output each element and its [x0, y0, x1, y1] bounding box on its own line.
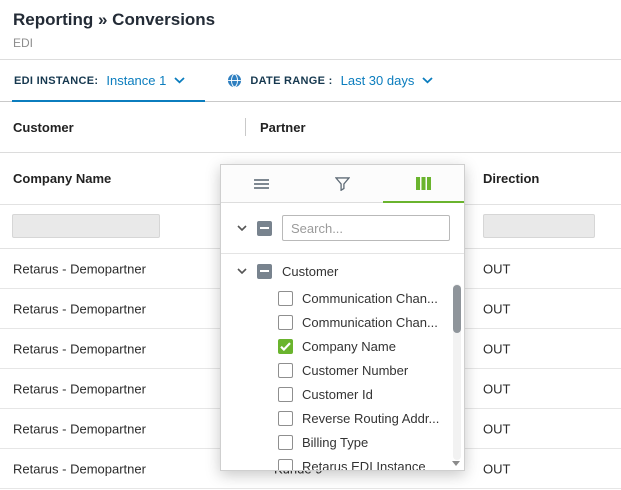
- group-header-customer: Customer: [0, 120, 245, 135]
- toolbar: EDI INSTANCE: Instance 1 DATE RANGE : La…: [0, 60, 621, 102]
- customer-group-checkbox[interactable]: [257, 264, 272, 279]
- column-option[interactable]: Customer Id: [221, 382, 464, 406]
- collapse-chevron-icon[interactable]: [237, 225, 247, 231]
- cell-direction: OUT: [483, 301, 510, 316]
- column-option[interactable]: Communication Chan...: [221, 286, 464, 310]
- popup-scrollbar-track[interactable]: [453, 284, 461, 460]
- cell-company: Retarus - Demopartner: [13, 261, 146, 276]
- menu-icon: [254, 178, 269, 190]
- column-option-label: Company Name: [302, 339, 396, 354]
- cell-company: Retarus - Demopartner: [13, 461, 146, 476]
- company-filter-input[interactable]: [12, 214, 160, 238]
- group-header-partner: Partner: [246, 120, 306, 135]
- select-all-checkbox[interactable]: [257, 221, 272, 236]
- chevron-down-icon: [174, 77, 185, 84]
- customer-group-row[interactable]: Customer: [221, 254, 464, 284]
- column-option[interactable]: Company Name: [221, 334, 464, 358]
- page-header: Reporting » Conversions EDI: [0, 0, 621, 60]
- popup-scrollbar-thumb[interactable]: [453, 285, 461, 333]
- cell-company: Retarus - Demopartner: [13, 301, 146, 316]
- column-option[interactable]: Reverse Routing Addr...: [221, 406, 464, 430]
- column-option[interactable]: Customer Number: [221, 358, 464, 382]
- checkbox-unchecked[interactable]: [278, 435, 293, 450]
- column-search-input[interactable]: [282, 215, 450, 241]
- page-subtitle: EDI: [13, 36, 607, 59]
- edi-instance-label: EDI INSTANCE:: [14, 75, 98, 87]
- column-option[interactable]: Retarus EDI Instance: [221, 454, 464, 471]
- cell-company: Retarus - Demopartner: [13, 421, 146, 436]
- edi-instance-value: Instance 1: [106, 73, 166, 88]
- column-header-direction[interactable]: Direction: [483, 171, 539, 186]
- cell-direction: OUT: [483, 341, 510, 356]
- date-range-value: Last 30 days: [341, 73, 415, 88]
- column-selector-popup: Customer Communication Chan...Communicat…: [220, 164, 465, 471]
- cell-company: Retarus - Demopartner: [13, 341, 146, 356]
- column-header-company-name[interactable]: Company Name: [0, 171, 111, 186]
- column-option-label: Customer Id: [302, 387, 373, 402]
- group-collapse-chevron-icon[interactable]: [237, 268, 247, 274]
- column-option-label: Reverse Routing Addr...: [302, 411, 439, 426]
- tab-columns[interactable]: [383, 165, 464, 202]
- date-range-dropdown[interactable]: DATE RANGE : Last 30 days: [225, 60, 443, 101]
- tab-menu[interactable]: [221, 165, 302, 202]
- column-group-label: Customer: [282, 264, 338, 279]
- direction-filter-input[interactable]: [483, 214, 595, 238]
- column-option[interactable]: Billing Type: [221, 430, 464, 454]
- column-list: Communication Chan... Communication Chan.…: [221, 284, 464, 471]
- cell-direction: OUT: [483, 381, 510, 396]
- filter-icon: [335, 177, 350, 191]
- checkbox-unchecked[interactable]: [278, 387, 293, 402]
- column-option-label: Billing Type: [302, 435, 368, 450]
- column-option[interactable]: Communication Chan...: [221, 310, 464, 334]
- cell-company: Retarus - Demopartner: [13, 381, 146, 396]
- scrollbar-down-arrow-icon[interactable]: [452, 461, 460, 466]
- popup-search-row: [221, 203, 464, 253]
- tab-filter[interactable]: [302, 165, 383, 202]
- column-option-label: Retarus EDI Instance: [302, 459, 426, 472]
- column-option-label: Communication Chan...: [302, 315, 438, 330]
- columns-icon: [416, 177, 431, 190]
- edi-instance-dropdown[interactable]: EDI INSTANCE: Instance 1: [12, 60, 213, 101]
- checkbox-unchecked[interactable]: [278, 459, 293, 472]
- cell-direction: OUT: [483, 261, 510, 276]
- cell-direction: OUT: [483, 421, 510, 436]
- column-option-label: Communication Chan...: [302, 291, 438, 306]
- checkbox-unchecked[interactable]: [278, 315, 293, 330]
- checkbox-unchecked[interactable]: [278, 411, 293, 426]
- checkbox-checked[interactable]: [278, 339, 293, 354]
- group-header-row: Customer Partner: [0, 102, 621, 153]
- column-option-label: Customer Number: [302, 363, 408, 378]
- page-title: Reporting » Conversions: [13, 10, 607, 30]
- cell-direction: OUT: [483, 461, 510, 476]
- popup-tabs: [221, 165, 464, 203]
- checkbox-unchecked[interactable]: [278, 291, 293, 306]
- checkbox-unchecked[interactable]: [278, 363, 293, 378]
- globe-icon: [227, 73, 242, 88]
- date-range-label: DATE RANGE :: [250, 75, 332, 87]
- chevron-down-icon: [422, 77, 433, 84]
